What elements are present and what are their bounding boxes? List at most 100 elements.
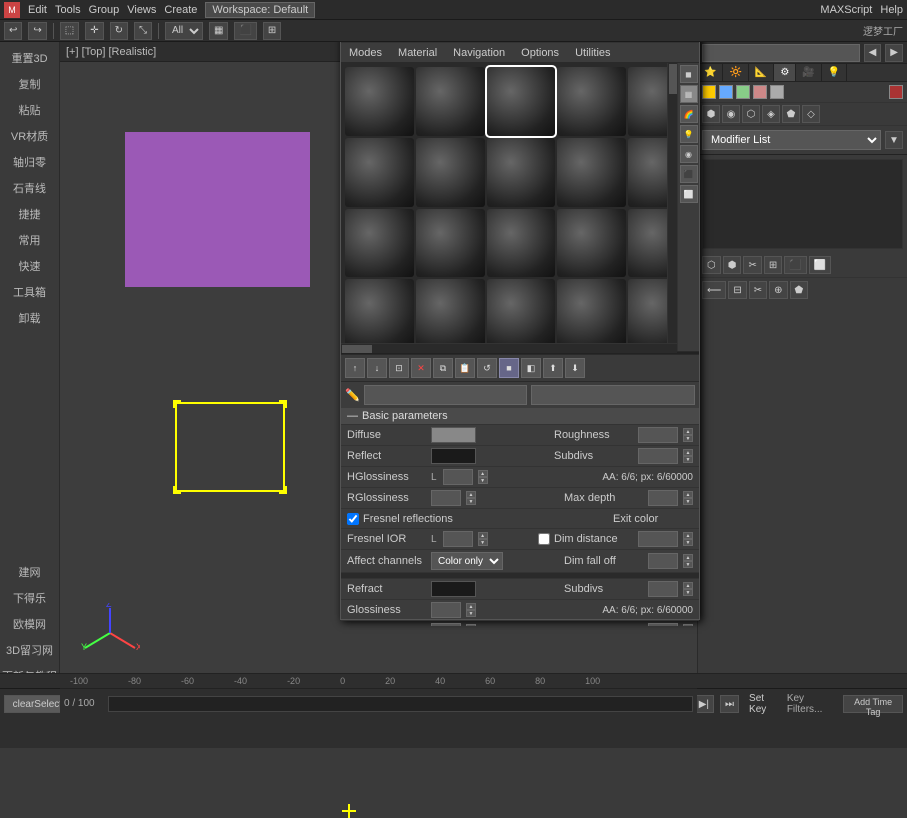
roughness-input[interactable]: 0.0 xyxy=(638,427,678,443)
mat-grid-hscrollbar-thumb[interactable] xyxy=(342,345,372,353)
mat-delete-btn[interactable]: ✕ xyxy=(411,358,431,378)
mat-sphere-17[interactable] xyxy=(416,279,485,348)
create-selection-input[interactable]: Create Selection Se xyxy=(702,44,860,62)
basic-params-header[interactable]: — Basic parameters xyxy=(341,408,699,425)
mat-sphere-11[interactable] xyxy=(345,209,414,278)
mat-icon-cylinder[interactable]: ⬜ xyxy=(680,185,698,203)
dim-distance-down[interactable]: ▼ xyxy=(683,539,693,546)
create-sel-btn1[interactable]: ◀ xyxy=(864,44,882,62)
sidebar-shortcut[interactable]: 捷捷 xyxy=(0,202,59,226)
menu-tools[interactable]: Tools xyxy=(55,4,81,16)
mat-go-forward-btn[interactable]: ⬇ xyxy=(565,358,585,378)
refract-glossiness-input[interactable]: 1.0 xyxy=(431,602,461,618)
mat-sphere-3[interactable] xyxy=(487,67,556,136)
rglossiness-up[interactable]: ▲ xyxy=(466,491,476,498)
mat-sphere-13[interactable] xyxy=(487,209,556,278)
mat-menu-utilities[interactable]: Utilities xyxy=(571,47,614,59)
rp-btn-3[interactable]: ⬡ xyxy=(742,105,760,123)
right-tab-4[interactable]: ⚙ xyxy=(774,64,796,81)
rp-nav-btn-4[interactable]: ⊕ xyxy=(769,281,787,299)
rp-bottom-btn-1[interactable]: ⬡ xyxy=(702,256,721,274)
mat-menu-modes[interactable]: Modes xyxy=(345,47,386,59)
max-depth-up[interactable]: ▲ xyxy=(683,491,693,498)
mat-sphere-2[interactable] xyxy=(416,67,485,136)
mat-sphere-18[interactable] xyxy=(487,279,556,348)
mat-sphere-4[interactable] xyxy=(557,67,626,136)
menu-views[interactable]: Views xyxy=(127,4,156,16)
rp-nav-btn-3[interactable]: ✂ xyxy=(749,281,767,299)
refract-glossiness-up[interactable]: ▲ xyxy=(466,603,476,610)
rp-bottom-btn-2[interactable]: ⬢ xyxy=(723,256,742,274)
region-select-btn[interactable]: ⬛ xyxy=(234,22,256,40)
mat-sphere-8[interactable] xyxy=(487,138,556,207)
roughness-up[interactable]: ▲ xyxy=(683,428,693,435)
rp-bottom-btn-5[interactable]: ⬛ xyxy=(784,256,806,274)
modifier-list-dropdown[interactable]: Modifier List xyxy=(702,130,881,150)
mat-grid-scrollbar[interactable] xyxy=(667,63,677,351)
menu-group[interactable]: Group xyxy=(89,4,120,16)
sidebar-copy[interactable]: 复制 xyxy=(0,72,59,96)
mat-icon-sphere[interactable]: ◉ xyxy=(680,145,698,163)
redo-btn[interactable]: ↪ xyxy=(28,22,46,40)
mat-icon-cube[interactable]: ⬛ xyxy=(680,165,698,183)
create-sel-btn2[interactable]: ▶ xyxy=(885,44,903,62)
menu-create[interactable]: Create xyxy=(164,4,197,16)
mat-put-material-btn[interactable]: ↓ xyxy=(367,358,387,378)
subdivs-input[interactable]: 8 xyxy=(638,448,678,464)
rp-btn-6[interactable]: ◇ xyxy=(802,105,820,123)
right-tab-3[interactable]: 📐 xyxy=(749,64,774,81)
subdivs-up[interactable]: ▲ xyxy=(683,449,693,456)
dim-distance-checkbox[interactable] xyxy=(538,533,550,545)
dim-distance-input[interactable]: 100.0mm xyxy=(638,531,678,547)
hglossiness-input[interactable]: 1.0 xyxy=(443,469,473,485)
diffuse-swatch[interactable] xyxy=(431,427,476,443)
add-time-tag-btn[interactable]: Add Time Tag xyxy=(843,695,903,713)
mat-assign-btn[interactable]: ⊡ xyxy=(389,358,409,378)
mat-type-input[interactable]: VRayMtl xyxy=(531,385,695,405)
scale-btn[interactable]: ⤡ xyxy=(134,22,152,40)
refract-maxdepth-input[interactable]: 5 xyxy=(648,623,678,626)
rp-bottom-btn-3[interactable]: ✂ xyxy=(743,256,761,274)
sidebar-unload[interactable]: 卸载 xyxy=(0,306,59,330)
subdivs-down[interactable]: ▼ xyxy=(683,456,693,463)
fresnel-ior-down[interactable]: ▼ xyxy=(478,539,488,546)
sidebar-europe[interactable]: 欧模网 xyxy=(0,612,59,636)
refract-maxdepth-up[interactable]: ▲ xyxy=(683,624,693,626)
mat-sphere-14[interactable] xyxy=(557,209,626,278)
dim-falloff-input[interactable]: 0.0 xyxy=(648,553,678,569)
playback-end-btn[interactable]: ⏭ xyxy=(720,695,739,713)
sidebar-paste[interactable]: 粘贴 xyxy=(0,98,59,122)
mat-grid-scrollbar-thumb[interactable] xyxy=(669,64,677,94)
mat-sphere-7[interactable] xyxy=(416,138,485,207)
accent-color-swatch[interactable] xyxy=(889,85,903,99)
rglossiness-input[interactable]: 1.0 xyxy=(431,490,461,506)
hglossiness-down[interactable]: ▼ xyxy=(478,477,488,484)
refract-ior-up[interactable]: ▲ xyxy=(466,624,476,626)
right-tab-5[interactable]: 🎥 xyxy=(796,64,821,81)
menu-maxscript[interactable]: MAXScript xyxy=(820,4,872,16)
filter-dropdown[interactable]: All xyxy=(165,22,203,40)
menu-edit[interactable]: Edit xyxy=(28,4,47,16)
rp-btn-2[interactable]: ◉ xyxy=(722,105,740,123)
sidebar-stone-line[interactable]: 石青线 xyxy=(0,176,59,200)
mat-sphere-19[interactable] xyxy=(557,279,626,348)
roughness-down[interactable]: ▼ xyxy=(683,435,693,442)
mat-sphere-6[interactable] xyxy=(345,138,414,207)
affect-channels-select[interactable]: Color only xyxy=(431,552,503,570)
undo-btn[interactable]: ↩ xyxy=(4,22,22,40)
fresnel-ior-input[interactable]: 1.6 xyxy=(443,531,473,547)
sidebar-3d-tutorials[interactable]: 3D留习网 xyxy=(0,638,59,662)
right-tab-1[interactable]: ⭐ xyxy=(698,64,723,81)
mat-sphere-9[interactable] xyxy=(557,138,626,207)
select-filter-btn[interactable]: ▦ xyxy=(209,22,228,40)
rp-btn-4[interactable]: ◈ xyxy=(762,105,780,123)
reflect-swatch[interactable] xyxy=(431,448,476,464)
fresnel-checkbox[interactable] xyxy=(347,513,359,525)
color-swatch-5[interactable] xyxy=(770,85,784,99)
rp-bottom-btn-6[interactable]: ⬜ xyxy=(809,256,831,274)
refract-subdivs-up[interactable]: ▲ xyxy=(683,582,693,589)
mat-get-material-btn[interactable]: ↑ xyxy=(345,358,365,378)
sidebar-download[interactable]: 下得乐 xyxy=(0,586,59,610)
mat-name-input[interactable]: VRayMtl xyxy=(364,385,528,405)
right-tab-6[interactable]: 💡 xyxy=(822,64,847,81)
